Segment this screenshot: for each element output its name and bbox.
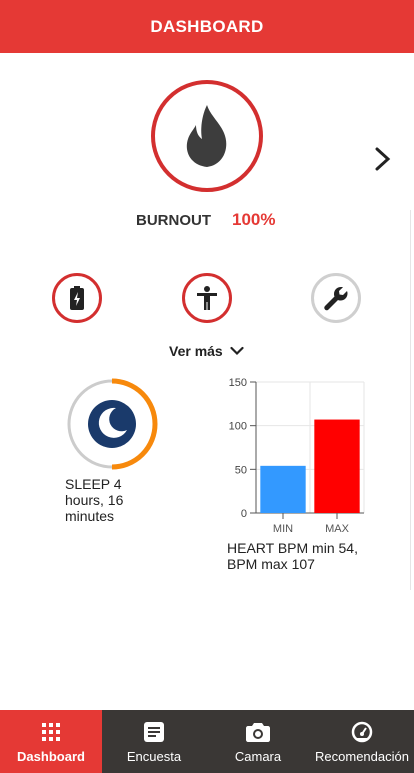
battery-icon	[70, 286, 84, 310]
battery-status-button[interactable]	[52, 273, 102, 323]
bottom-nav: Dashboard Encuesta Camara Recomendación	[0, 710, 414, 773]
x-tick-label: MIN	[273, 523, 293, 535]
nav-label: Dashboard	[17, 749, 85, 764]
x-tick-label: MAX	[325, 523, 350, 535]
app-header: DASHBOARD	[0, 0, 414, 53]
burnout-value: 100%	[232, 210, 276, 229]
burnout-row: BURNOUT 100%	[0, 210, 414, 234]
nav-recomendacion[interactable]: Recomendación	[310, 710, 414, 773]
moon-icon	[88, 400, 136, 448]
sleep-summary: SLEEP 4 hours, 16 minutes	[65, 476, 124, 524]
camera-icon	[246, 721, 270, 743]
chevron-right-icon[interactable]	[372, 146, 394, 172]
heart-summary: HEART BPM min 54, BPM max 107	[227, 540, 358, 572]
ver-mas-toggle[interactable]: Ver más	[169, 343, 244, 359]
grid-icon	[42, 721, 60, 743]
document-icon	[144, 721, 164, 743]
y-tick-label: 50	[235, 464, 247, 476]
nav-label: Encuesta	[126, 749, 182, 764]
activity-status-button[interactable]	[182, 273, 232, 323]
bar-min	[260, 465, 306, 513]
scroll-edge	[410, 210, 414, 590]
flame-icon	[186, 105, 227, 167]
nav-dashboard[interactable]: Dashboard	[0, 710, 102, 773]
nav-camara[interactable]: Camara	[206, 710, 310, 773]
wrench-icon	[324, 287, 348, 311]
burnout-ring	[151, 80, 263, 192]
nav-encuesta[interactable]: Encuesta	[102, 710, 206, 773]
y-tick-label: 100	[229, 421, 247, 433]
nav-label: Camara	[234, 749, 282, 764]
chevron-down-icon	[230, 346, 244, 356]
burnout-label: BURNOUT	[136, 212, 211, 229]
ver-mas-label: Ver más	[169, 343, 223, 359]
person-icon	[197, 286, 217, 310]
settings-status-button[interactable]	[311, 273, 361, 323]
heart-bpm-chart: 0 50 100 150 MIN MAX	[229, 377, 365, 535]
nav-label: Recomendación	[315, 749, 409, 764]
speedometer-icon	[351, 721, 373, 743]
y-tick-label: 150	[229, 377, 247, 389]
page-title: DASHBOARD	[150, 16, 264, 36]
y-tick-label: 0	[241, 508, 247, 520]
sleep-progress-ring	[67, 378, 158, 470]
bar-max	[314, 419, 360, 513]
